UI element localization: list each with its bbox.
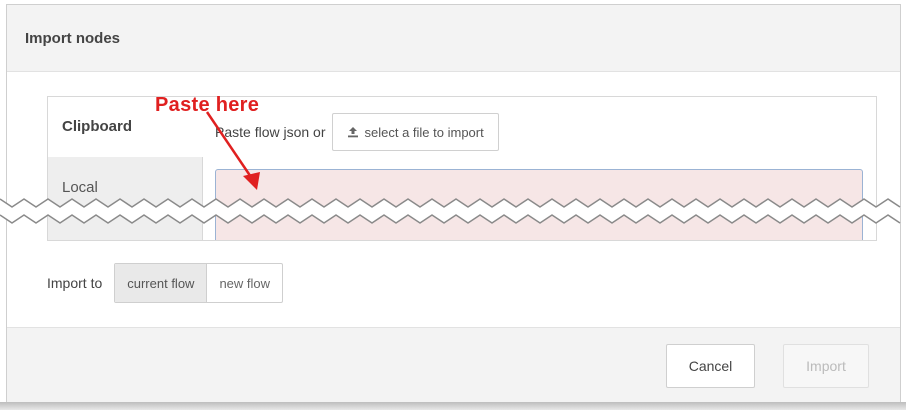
bottom-edge [0, 402, 906, 410]
select-file-label: select a file to import [364, 124, 484, 140]
import-target-toggle: current flow new flow [114, 263, 284, 303]
annotation-arrow-icon [205, 111, 260, 190]
dialog-footer: Cancel Import [7, 327, 900, 403]
torn-edge-divider [0, 198, 901, 224]
dialog-header: Import nodes [7, 5, 900, 72]
cancel-button[interactable]: Cancel [666, 344, 755, 388]
upload-icon [347, 127, 358, 138]
option-current-flow[interactable]: current flow [115, 264, 208, 302]
option-new-flow[interactable]: new flow [207, 264, 282, 302]
dialog-title: Import nodes [25, 30, 121, 47]
select-file-button[interactable]: select a file to import [331, 113, 499, 151]
import-to-row: Import to current flow new flow [47, 263, 284, 303]
import-button[interactable]: Import [783, 344, 869, 388]
import-to-label: Import to [47, 275, 103, 291]
